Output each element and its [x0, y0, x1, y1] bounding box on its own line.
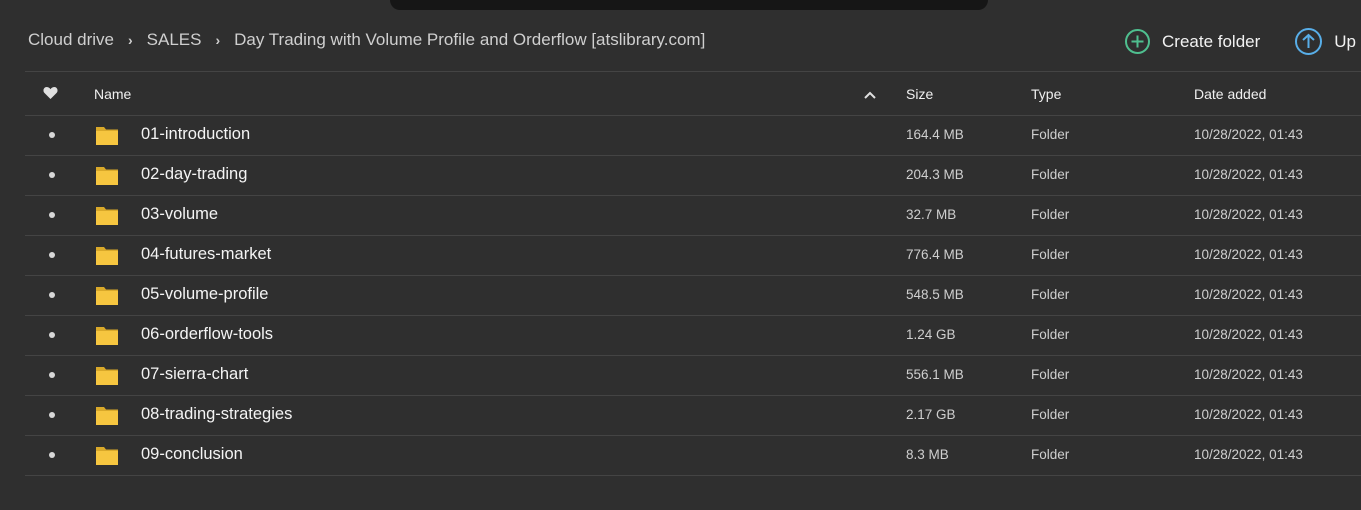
- file-name[interactable]: 01-introduction: [141, 125, 250, 144]
- header-actions: Create folder Up: [1124, 27, 1356, 56]
- file-size: 556.1 MB: [906, 367, 964, 382]
- favorite-dot[interactable]: [49, 332, 55, 338]
- file-type: Folder: [1031, 447, 1070, 462]
- table-row[interactable]: 05-volume-profile 548.5 MB Folder 10/28/…: [25, 276, 1361, 316]
- top-search-bar[interactable]: [390, 0, 988, 10]
- file-date-added: 10/28/2022, 01:43: [1194, 327, 1303, 342]
- table-row[interactable]: 08-trading-strategies 2.17 GB Folder 10/…: [25, 396, 1361, 436]
- file-type: Folder: [1031, 407, 1070, 422]
- column-header-size[interactable]: Size: [906, 86, 933, 102]
- file-date-added: 10/28/2022, 01:43: [1194, 367, 1303, 382]
- favorite-dot[interactable]: [49, 252, 55, 258]
- file-name[interactable]: 02-day-trading: [141, 165, 247, 184]
- file-name[interactable]: 04-futures-market: [141, 245, 271, 264]
- plus-circle-icon: [1125, 29, 1150, 54]
- table-row[interactable]: 09-conclusion 8.3 MB Folder 10/28/2022, …: [25, 436, 1361, 476]
- breadcrumb-cloud-drive[interactable]: Cloud drive: [28, 30, 114, 50]
- create-folder-label: Create folder: [1162, 31, 1261, 51]
- file-date-added: 10/28/2022, 01:43: [1194, 407, 1303, 422]
- favorite-dot[interactable]: [49, 372, 55, 378]
- file-name[interactable]: 06-orderflow-tools: [141, 325, 273, 344]
- file-size: 548.5 MB: [906, 287, 964, 302]
- favorite-dot[interactable]: [49, 412, 55, 418]
- file-size: 2.17 GB: [906, 407, 956, 422]
- table-row[interactable]: 03-volume 32.7 MB Folder 10/28/2022, 01:…: [25, 196, 1361, 236]
- table-body: 01-introduction 164.4 MB Folder 10/28/20…: [25, 116, 1361, 476]
- file-date-added: 10/28/2022, 01:43: [1194, 127, 1303, 142]
- table-row[interactable]: 02-day-trading 204.3 MB Folder 10/28/202…: [25, 156, 1361, 196]
- file-size: 776.4 MB: [906, 247, 964, 262]
- folder-icon: [95, 404, 119, 429]
- table-row[interactable]: 04-futures-market 776.4 MB Folder 10/28/…: [25, 236, 1361, 276]
- file-type: Folder: [1031, 127, 1070, 142]
- file-date-added: 10/28/2022, 01:43: [1194, 447, 1303, 462]
- table-row[interactable]: 01-introduction 164.4 MB Folder 10/28/20…: [25, 116, 1361, 156]
- file-name[interactable]: 03-volume: [141, 205, 218, 224]
- create-folder-button[interactable]: Create folder: [1124, 28, 1260, 55]
- column-header-type[interactable]: Type: [1031, 86, 1061, 102]
- favorite-dot[interactable]: [49, 212, 55, 218]
- favorite-dot[interactable]: [49, 132, 55, 138]
- file-size: 164.4 MB: [906, 127, 964, 142]
- chevron-up-icon[interactable]: [863, 87, 877, 103]
- breadcrumb: Cloud drive › SALES › Day Trading with V…: [28, 30, 705, 50]
- file-type: Folder: [1031, 167, 1070, 182]
- file-size: 32.7 MB: [906, 207, 957, 222]
- folder-icon: [95, 124, 119, 149]
- folder-icon: [95, 444, 119, 469]
- column-header-name[interactable]: Name: [94, 86, 131, 102]
- file-table: Name Size Type Date added 01-introductio…: [25, 71, 1361, 476]
- favorite-dot[interactable]: [49, 172, 55, 178]
- favorite-dot[interactable]: [49, 292, 55, 298]
- file-type: Folder: [1031, 327, 1070, 342]
- file-name[interactable]: 09-conclusion: [141, 445, 243, 464]
- file-type: Folder: [1031, 287, 1070, 302]
- file-date-added: 10/28/2022, 01:43: [1194, 167, 1303, 182]
- file-size: 8.3 MB: [906, 447, 949, 462]
- file-date-added: 10/28/2022, 01:43: [1194, 247, 1303, 262]
- folder-icon: [95, 324, 119, 349]
- arrow-up-circle-icon: [1295, 28, 1323, 55]
- favorite-dot[interactable]: [49, 452, 55, 458]
- file-name[interactable]: 08-trading-strategies: [141, 405, 292, 424]
- breadcrumb-separator: ›: [215, 32, 221, 48]
- file-size: 1.24 GB: [906, 327, 956, 342]
- file-type: Folder: [1031, 247, 1070, 262]
- folder-icon: [95, 204, 119, 229]
- upload-label: Up: [1334, 31, 1357, 51]
- upload-button[interactable]: Up: [1294, 27, 1356, 56]
- file-name[interactable]: 05-volume-profile: [141, 285, 268, 304]
- file-date-added: 10/28/2022, 01:43: [1194, 287, 1303, 302]
- file-date-added: 10/28/2022, 01:43: [1194, 207, 1303, 222]
- header: Cloud drive › SALES › Day Trading with V…: [0, 18, 1361, 62]
- file-type: Folder: [1031, 367, 1070, 382]
- breadcrumb-separator: ›: [128, 32, 133, 48]
- file-type: Folder: [1031, 207, 1070, 222]
- breadcrumb-current-folder[interactable]: Day Trading with Volume Profile and Orde…: [234, 30, 705, 50]
- table-header: Name Size Type Date added: [25, 71, 1361, 116]
- breadcrumb-sales[interactable]: SALES: [147, 30, 202, 50]
- heart-icon[interactable]: [43, 86, 58, 103]
- column-header-date-added[interactable]: Date added: [1194, 86, 1266, 102]
- folder-icon: [95, 164, 119, 189]
- folder-icon: [95, 364, 119, 389]
- folder-icon: [95, 244, 119, 269]
- table-row[interactable]: 07-sierra-chart 556.1 MB Folder 10/28/20…: [25, 356, 1361, 396]
- table-row[interactable]: 06-orderflow-tools 1.24 GB Folder 10/28/…: [25, 316, 1361, 356]
- file-name[interactable]: 07-sierra-chart: [141, 365, 248, 384]
- file-size: 204.3 MB: [906, 167, 964, 182]
- folder-icon: [95, 284, 119, 309]
